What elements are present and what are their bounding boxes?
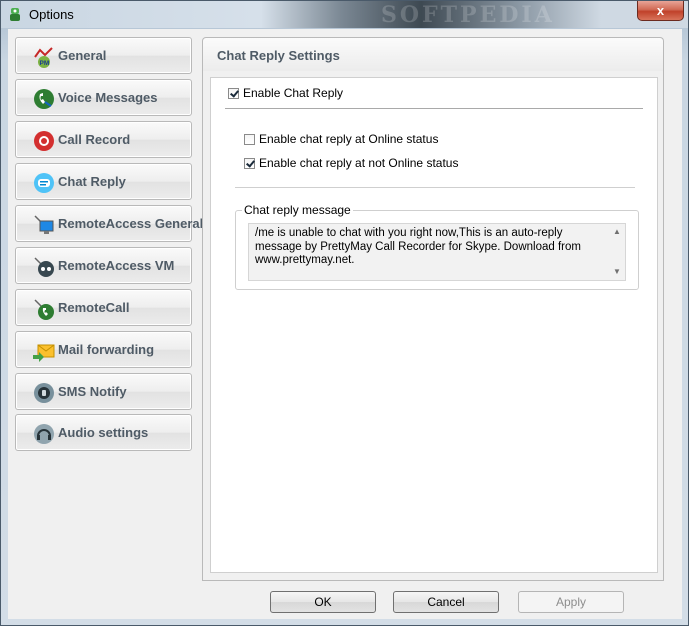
- online-status-label: Enable chat reply at Online status: [259, 132, 439, 146]
- chat-reply-message-group: Chat reply message /me is unable to chat…: [235, 203, 639, 290]
- sidebar-item-label: Voice Messages: [58, 90, 158, 105]
- window-title: Options: [29, 7, 74, 22]
- sidebar-item-label: Mail forwarding: [58, 342, 155, 357]
- sidebar-item-label: RemoteAccess General: [58, 216, 204, 231]
- sidebar-item-voice-messages[interactable]: Voice Messages: [15, 79, 192, 116]
- mail-forward-icon: [33, 344, 55, 362]
- chat-reply-message-text: /me is unable to chat with you right now…: [255, 227, 581, 266]
- remote-voicemail-icon: [34, 257, 54, 277]
- sidebar-item-label: SMS Notify: [58, 384, 127, 399]
- chat-icon: [34, 173, 54, 193]
- panel-title: Chat Reply Settings: [217, 48, 340, 63]
- enable-chat-reply-label: Enable Chat Reply: [243, 86, 344, 100]
- sidebar-item-label: General: [58, 48, 107, 63]
- client-area: PM General Voice Messages Call Record Ch…: [8, 29, 682, 619]
- panel-header: Chat Reply Settings: [202, 37, 664, 71]
- options-window: Options SOFTPEDIA x PM General Voice Mes…: [0, 0, 689, 626]
- voice-message-icon: [34, 89, 54, 109]
- not-online-status-row[interactable]: Enable chat reply at not Online status: [244, 156, 458, 170]
- sidebar-item-remoteaccess-vm[interactable]: RemoteAccess VM: [15, 247, 192, 284]
- pm-icon: PM: [34, 47, 53, 68]
- app-icon: [10, 8, 20, 21]
- title-bar[interactable]: Options SOFTPEDIA x: [1, 1, 688, 28]
- cancel-button[interactable]: Cancel: [393, 591, 499, 613]
- online-status-checkbox[interactable]: [244, 134, 255, 145]
- enable-chat-reply-checkbox[interactable]: [228, 88, 239, 99]
- divider: [225, 108, 643, 109]
- sidebar-item-chat-reply[interactable]: Chat Reply: [15, 163, 192, 200]
- remote-call-icon: [34, 299, 54, 320]
- chat-reply-message-textarea[interactable]: /me is unable to chat with you right now…: [248, 223, 626, 281]
- sidebar-item-general[interactable]: PM General: [15, 37, 192, 74]
- close-button[interactable]: x: [637, 1, 684, 21]
- sms-icon: [34, 383, 54, 403]
- enable-chat-reply-row[interactable]: Enable Chat Reply: [228, 86, 343, 100]
- online-status-row[interactable]: Enable chat reply at Online status: [244, 132, 438, 146]
- sidebar-item-label: Audio settings: [58, 425, 149, 440]
- sidebar-item-audio-settings[interactable]: Audio settings: [15, 414, 192, 451]
- sidebar-item-label: Chat Reply: [58, 174, 126, 189]
- sidebar-item-label: Call Record: [58, 132, 131, 147]
- sidebar-item-mail-forwarding[interactable]: Mail forwarding: [15, 331, 192, 368]
- sidebar-item-sms-notify[interactable]: SMS Notify: [15, 373, 192, 410]
- ok-button[interactable]: OK: [270, 591, 376, 613]
- divider: [235, 187, 635, 188]
- scroll-up-arrow-icon[interactable]: ▲: [612, 227, 622, 237]
- settings-area: Enable Chat Reply Enable chat reply at O…: [210, 77, 658, 573]
- not-online-status-checkbox[interactable]: [244, 158, 255, 169]
- remote-computer-icon: [34, 215, 54, 234]
- panel-body: Enable Chat Reply Enable chat reply at O…: [202, 71, 664, 581]
- apply-button[interactable]: Apply: [518, 591, 624, 613]
- record-icon: [34, 131, 54, 151]
- headset-icon: [34, 424, 54, 444]
- sidebar-item-label: RemoteAccess VM: [58, 258, 175, 273]
- chat-reply-message-label: Chat reply message: [242, 203, 353, 217]
- sidebar-item-remoteaccess-general[interactable]: RemoteAccess General: [15, 205, 203, 242]
- not-online-status-label: Enable chat reply at not Online status: [259, 156, 459, 170]
- scroll-down-arrow-icon[interactable]: ▼: [612, 267, 622, 277]
- watermark: SOFTPEDIA: [381, 2, 555, 28]
- sidebar-item-label: RemoteCall: [58, 300, 130, 315]
- sidebar-item-call-record[interactable]: Call Record: [15, 121, 192, 158]
- svg-text:PM: PM: [40, 60, 50, 67]
- sidebar-item-remotecall[interactable]: RemoteCall: [15, 289, 192, 326]
